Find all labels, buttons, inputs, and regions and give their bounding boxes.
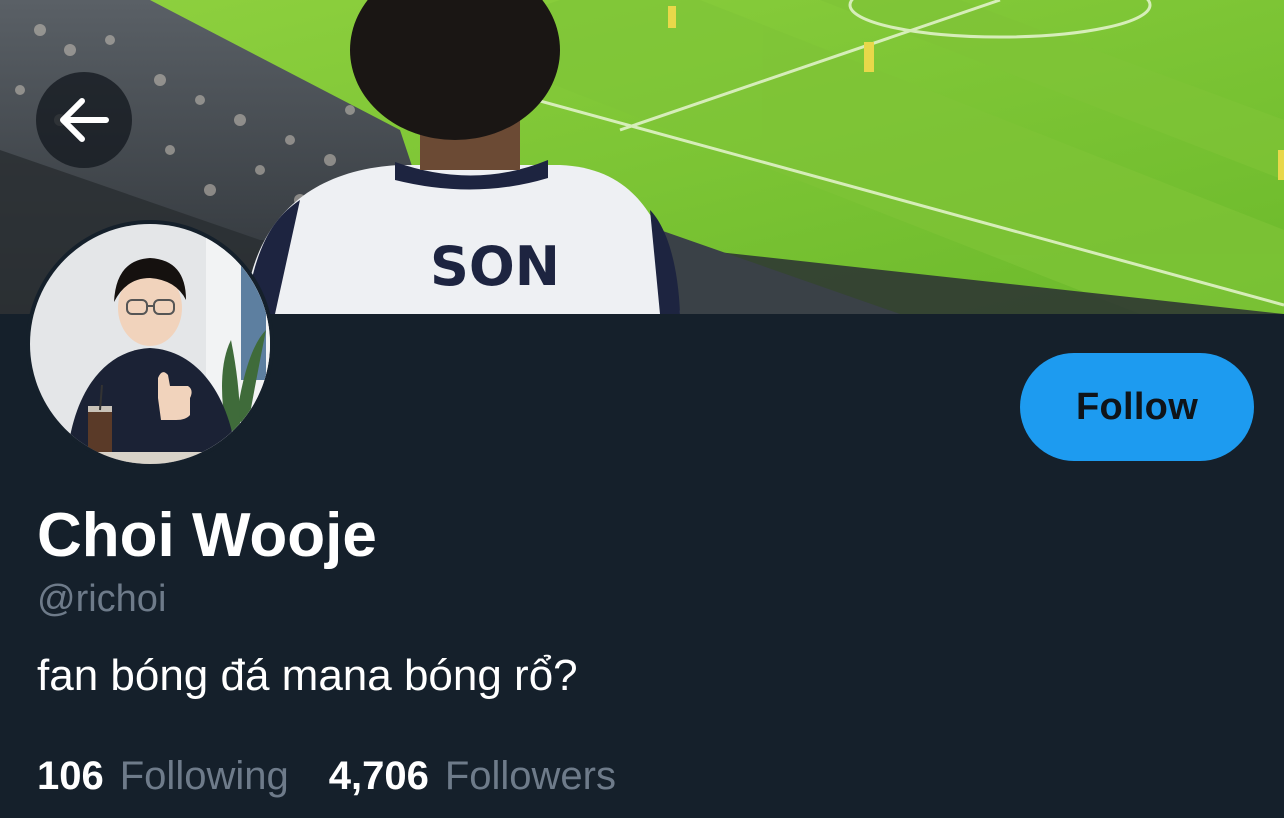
followers-link[interactable]: 4,706 Followers	[329, 752, 616, 800]
follow-button[interactable]: Follow	[1020, 353, 1254, 461]
followers-count: 4,706	[328, 754, 429, 798]
back-button[interactable]	[36, 72, 132, 168]
following-label: Following	[119, 754, 289, 798]
display-name: Choi Wooje	[37, 501, 377, 570]
following-count: 106	[37, 754, 104, 798]
following-link[interactable]: 106 Following	[37, 752, 289, 800]
followers-label: Followers	[444, 754, 616, 798]
avatar[interactable]	[26, 220, 274, 468]
profile-stats: 106 Following 4,706 Followers	[37, 752, 656, 800]
profile-handle: @richoi	[37, 578, 167, 620]
arrow-left-icon	[60, 98, 109, 142]
profile-screen: SON Follow Choi Wooje @richoi fan bóng đ…	[0, 0, 1284, 818]
avatar-photo	[30, 224, 270, 464]
profile-bio: fan bóng đá mana bóng rổ?	[37, 651, 578, 700]
jersey-text: SON	[430, 235, 560, 298]
